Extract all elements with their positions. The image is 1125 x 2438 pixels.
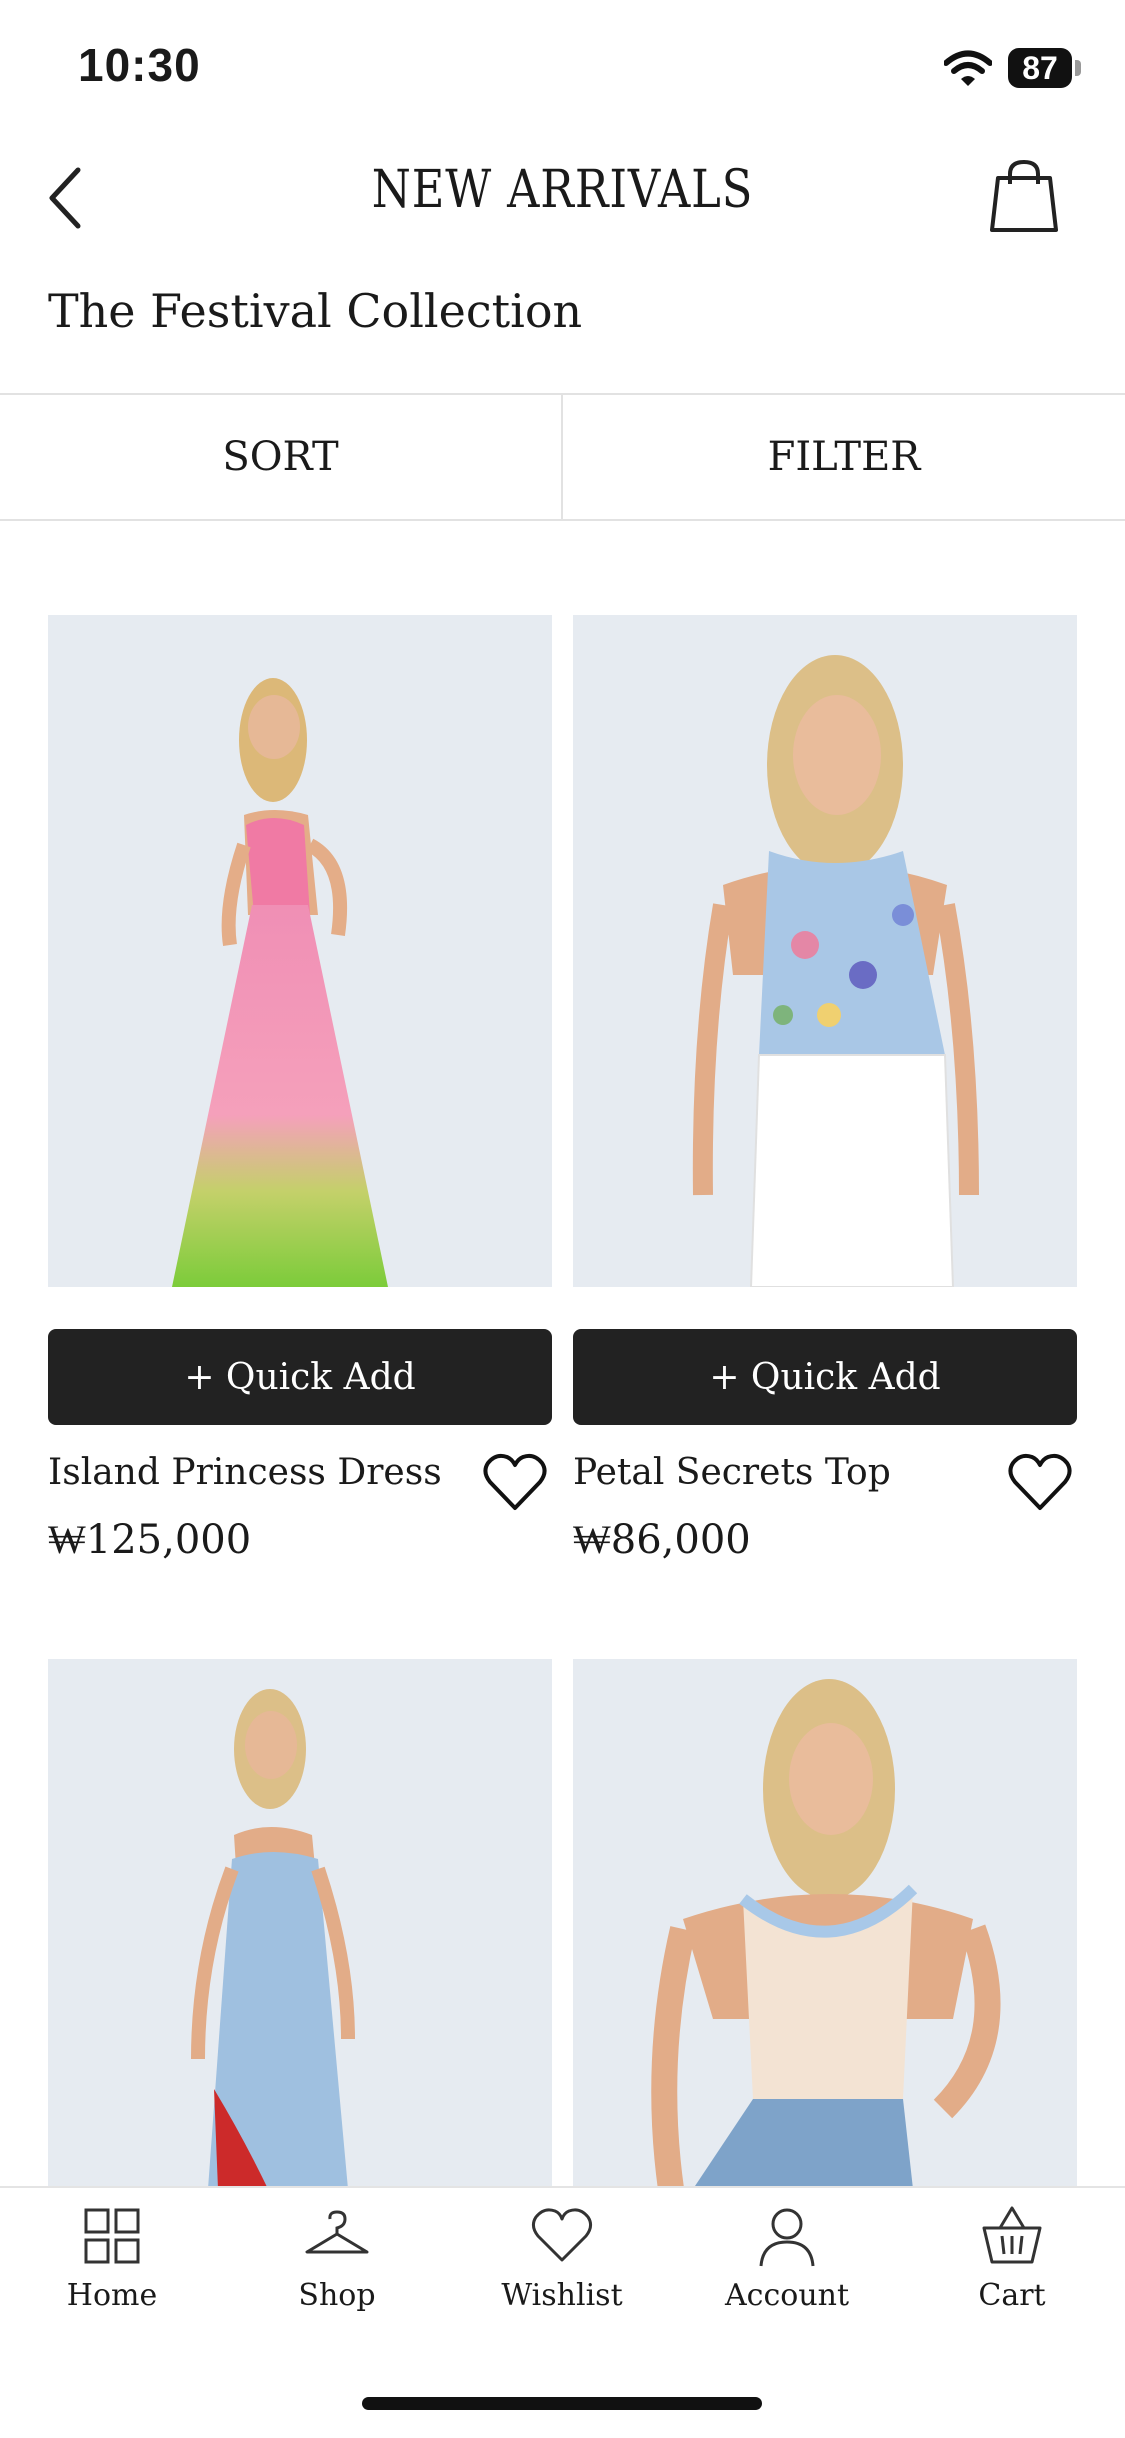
tab-account[interactable]: Account	[697, 2204, 877, 2334]
shopping-bag-icon[interactable]	[988, 158, 1060, 234]
grid-icon	[84, 2208, 140, 2264]
collection-title: The Festival Collection	[48, 284, 583, 338]
denim-dress-model-illustration	[48, 1659, 552, 2189]
quick-add-button[interactable]: + Quick Add	[48, 1329, 552, 1425]
status-time: 10:30	[78, 39, 201, 91]
product-image[interactable]	[573, 615, 1077, 1287]
hanger-icon	[305, 2210, 369, 2254]
tab-label: Home	[66, 2278, 158, 2313]
dress-model-illustration	[48, 615, 552, 1287]
quick-add-button[interactable]: + Quick Add	[573, 1329, 1077, 1425]
heart-icon	[531, 2208, 593, 2262]
wifi-icon	[944, 50, 992, 86]
tab-shop[interactable]: Shop	[247, 2204, 427, 2334]
cami-model-illustration	[573, 1659, 1077, 2189]
basket-icon	[982, 2206, 1042, 2264]
wishlist-heart-icon[interactable]	[482, 1452, 548, 1514]
product-image[interactable]	[573, 1659, 1077, 2189]
product-name[interactable]: Island Princess Dress	[48, 1452, 442, 1493]
product-image[interactable]	[48, 1659, 552, 2189]
battery-nub	[1075, 60, 1081, 76]
filter-button[interactable]: FILTER	[563, 393, 1125, 521]
product-name[interactable]: Petal Secrets Top	[573, 1452, 891, 1493]
home-indicator[interactable]	[362, 2397, 762, 2410]
tab-home[interactable]: Home	[22, 2204, 202, 2334]
person-icon	[759, 2208, 815, 2267]
tab-cart[interactable]: Cart	[922, 2204, 1102, 2334]
product-price: ₩86,000	[573, 1517, 751, 1563]
tab-label: Wishlist	[501, 2278, 623, 2313]
tab-label: Shop	[298, 2278, 376, 2313]
tab-label: Account	[724, 2278, 850, 2313]
sort-button[interactable]: SORT	[0, 393, 561, 521]
wishlist-heart-icon[interactable]	[1007, 1452, 1073, 1514]
page-title: NEW ARRIVALS	[371, 160, 754, 220]
battery-indicator: 87	[1008, 48, 1072, 88]
product-image[interactable]	[48, 615, 552, 1287]
product-price: ₩125,000	[48, 1517, 252, 1563]
tab-wishlist[interactable]: Wishlist	[472, 2204, 652, 2334]
tab-label: Cart	[978, 2278, 1046, 2313]
top-model-illustration	[573, 615, 1077, 1287]
